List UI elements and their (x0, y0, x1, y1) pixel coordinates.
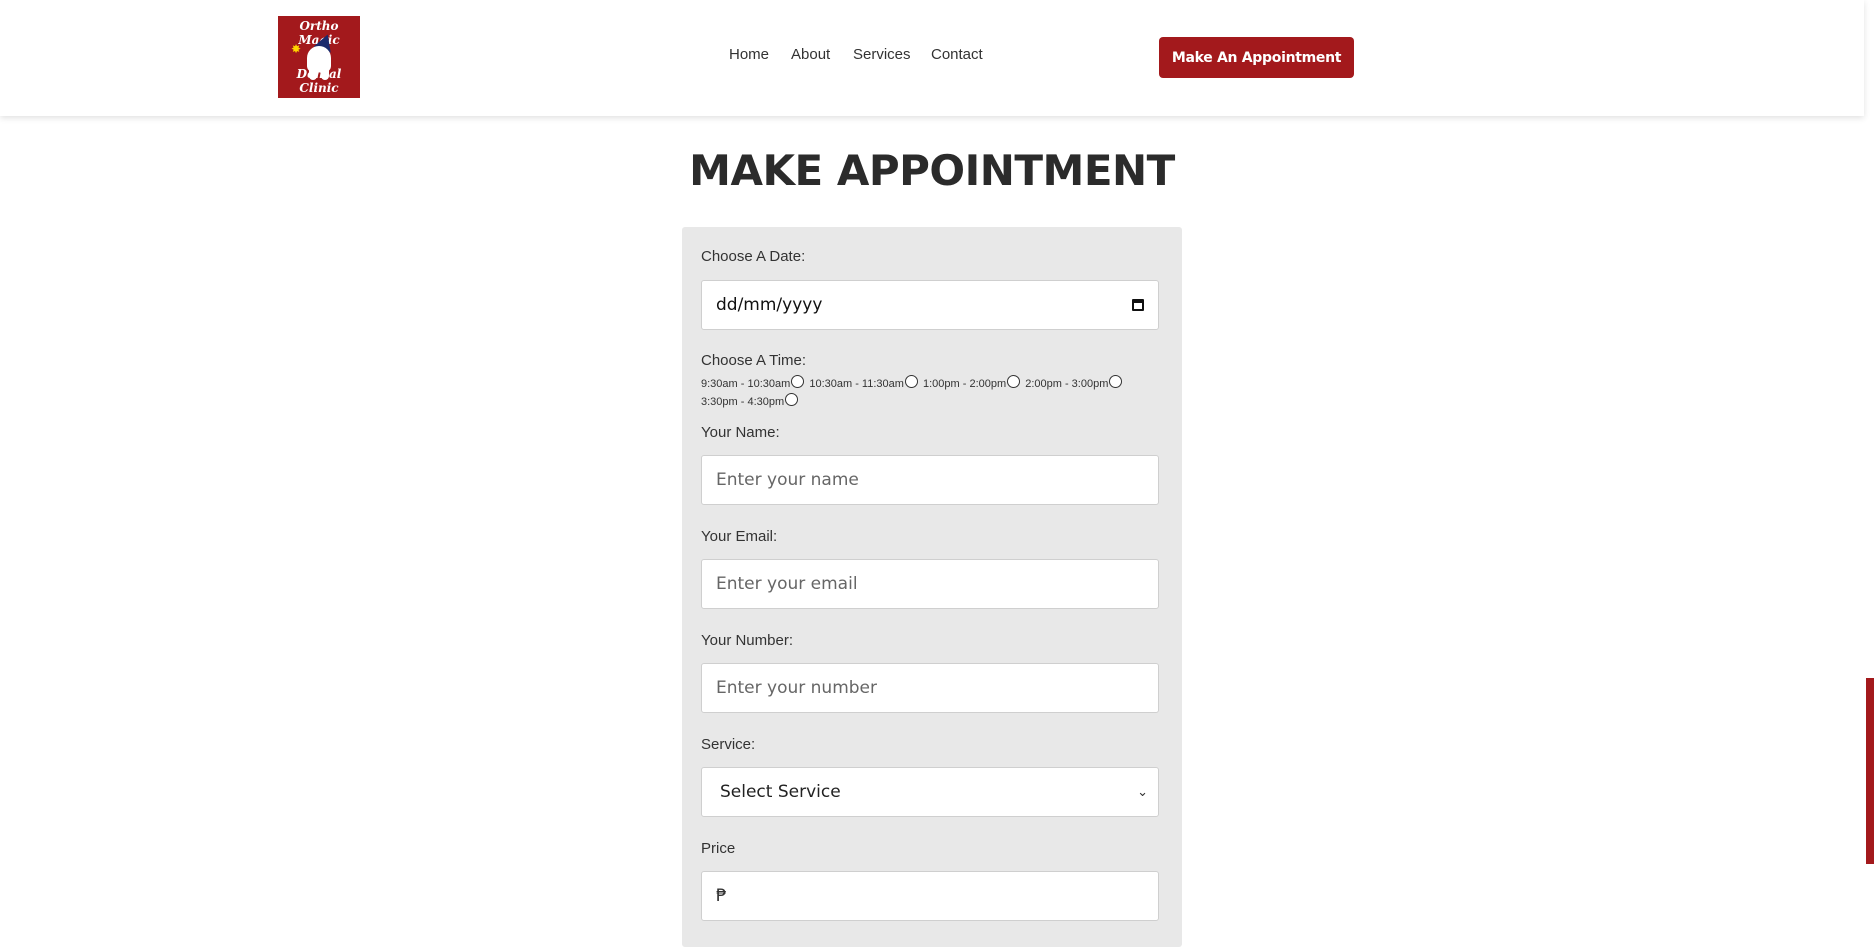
time-slot-option: 9:30am - 10:30am (701, 375, 806, 390)
time-slot-option: 2:00pm - 3:00pm (1025, 375, 1124, 390)
time-slot-label: 3:30pm - 4:30pm (701, 396, 785, 408)
calendar-icon[interactable] (1132, 299, 1144, 311)
time-label: Choose A Time: (701, 352, 807, 369)
name-input[interactable]: Enter your name (701, 455, 1159, 505)
time-slot-option: 1:00pm - 2:00pm (922, 375, 1022, 390)
time-slot-label: 1:00pm - 2:00pm (922, 378, 1007, 390)
make-appointment-button[interactable]: Make An Appointment (1159, 37, 1354, 78)
nav-about[interactable]: About (791, 46, 830, 63)
time-slot-option: 3:30pm - 4:30pm (701, 393, 800, 408)
nav-contact[interactable]: Contact (931, 46, 983, 63)
price-input[interactable]: ₱ (701, 871, 1159, 921)
email-label: Your Email: (701, 528, 778, 545)
email-input[interactable]: Enter your email (701, 559, 1159, 609)
time-slot-radio[interactable] (1109, 375, 1123, 388)
chevron-down-icon: ⌄ (1137, 784, 1148, 800)
number-label: Your Number: (701, 632, 793, 649)
service-select[interactable]: Select Service ⌄ (701, 767, 1159, 817)
scrollbar-thumb[interactable] (1866, 678, 1874, 864)
time-slot-group: 9:30am - 10:30am 10:30am - 11:30am 1:00p… (701, 375, 1161, 411)
site-header: Ortho Magic ✸ Dental Clinic Home About S… (0, 0, 1864, 116)
name-label: Your Name: (701, 424, 780, 441)
time-slot-radio[interactable] (1007, 375, 1021, 388)
appointment-form: Choose A Date: dd/mm/yyyy Choose A Time:… (682, 227, 1182, 947)
price-label: Price (701, 840, 736, 857)
name-placeholder: Enter your name (716, 470, 859, 490)
email-placeholder: Enter your email (716, 574, 858, 594)
nav-services[interactable]: Services (853, 46, 911, 63)
time-slot-radio[interactable] (785, 393, 799, 406)
time-slot-radio[interactable] (904, 375, 918, 388)
service-selected-value: Select Service (720, 782, 841, 802)
time-slot-label: 2:00pm - 3:00pm (1025, 378, 1109, 390)
page-title: MAKE APPOINTMENT (689, 146, 1175, 195)
date-value: dd/mm/yyyy (716, 295, 823, 315)
number-placeholder: Enter your number (716, 678, 878, 698)
time-slot-radio[interactable] (791, 375, 805, 388)
clinic-logo[interactable]: Ortho Magic ✸ Dental Clinic (278, 16, 360, 98)
time-slot-option: 10:30am - 11:30am (809, 375, 920, 390)
service-label: Service: (701, 736, 756, 753)
logo-text-bottom: Dental Clinic (296, 67, 342, 95)
date-input[interactable]: dd/mm/yyyy (701, 280, 1159, 330)
number-input[interactable]: Enter your number (701, 663, 1159, 713)
date-label: Choose A Date: (701, 248, 806, 265)
time-slot-label: 9:30am - 10:30am (701, 378, 791, 390)
nav-home[interactable]: Home (729, 46, 769, 63)
time-slot-label: 10:30am - 11:30am (809, 378, 904, 390)
currency-prefix: ₱ (716, 886, 727, 906)
star-icon: ✸ (291, 42, 302, 56)
